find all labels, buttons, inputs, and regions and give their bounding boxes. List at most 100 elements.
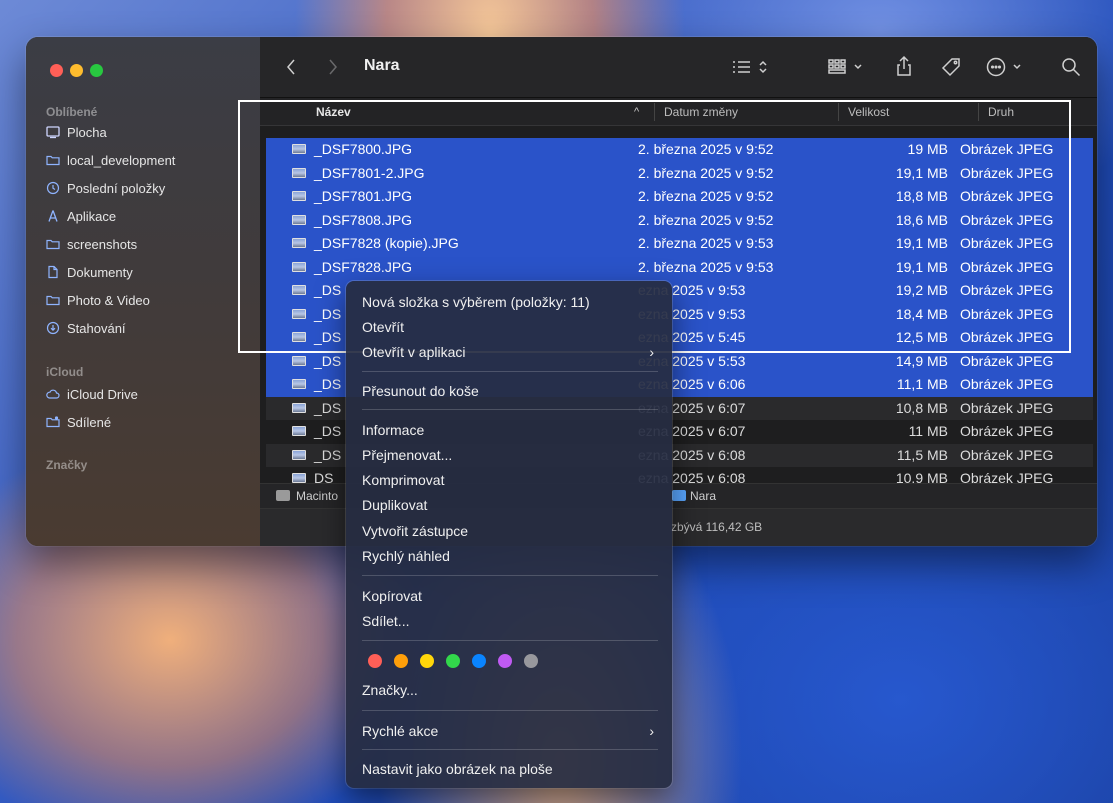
tag-button[interactable]: [940, 56, 962, 78]
file-name: _DSF7800.JPG: [314, 141, 413, 157]
menu-tags[interactable]: Značky...: [362, 679, 662, 701]
view-options-button[interactable]: [732, 58, 774, 76]
sidebar-item-label: Plocha: [67, 124, 107, 140]
tag-color-dot[interactable]: [524, 654, 538, 668]
menu-share[interactable]: Sdílet...: [362, 610, 662, 632]
menu-make-alias[interactable]: Vytvořit zástupce: [362, 520, 662, 542]
sidebar-item-documents[interactable]: Dokumenty: [46, 262, 133, 282]
sort-ascending-icon: ^: [634, 106, 640, 118]
menu-open-with[interactable]: Otevřít v aplikaci ›: [362, 341, 662, 363]
sidebar-item-screenshots[interactable]: screenshots: [46, 234, 137, 254]
sidebar-item-downloads[interactable]: Stahování: [46, 318, 126, 338]
menu-quick-actions[interactable]: Rychlé akce ›: [362, 720, 662, 742]
file-name: _DS: [314, 376, 342, 392]
file-kind: Obrázek JPEG: [960, 211, 1054, 228]
sidebar-item-shared[interactable]: Sdílené: [46, 412, 111, 432]
image-thumbnail-icon: [292, 144, 306, 154]
document-icon: [46, 265, 60, 279]
group-by-button[interactable]: [828, 57, 872, 77]
file-kind: Obrázek JPEG: [960, 164, 1054, 181]
column-divider[interactable]: [654, 103, 655, 121]
file-size: 19 MB: [907, 141, 948, 157]
tag-color-dot[interactable]: [472, 654, 486, 668]
menu-new-folder-with-selection[interactable]: Nová složka s výběrem (položky: 11): [362, 291, 662, 313]
sidebar-item-label: Photo & Video: [67, 292, 150, 308]
tag-color-dot[interactable]: [420, 654, 434, 668]
file-date: 2. března 2025 v 9:53: [638, 258, 774, 275]
file-row[interactable]: _DSF7801.JPG 2. března 2025 v 9:52 18,8 MB…: [266, 185, 1093, 209]
menu-separator: [362, 710, 658, 711]
file-name: _DS: [314, 423, 342, 439]
column-size[interactable]: Velikost: [848, 105, 889, 119]
column-date[interactable]: Datum změny: [664, 105, 738, 119]
file-row[interactable]: _DSF7808.JPG 2. března 2025 v 9:52 18,6 MB…: [266, 208, 1093, 232]
menu-set-desktop-picture[interactable]: Nastavit jako obrázek na ploše: [362, 758, 662, 780]
menu-item-label: Kopírovat: [362, 588, 422, 604]
grid-group-icon: [828, 59, 862, 74]
sidebar-item-label: Aplikace: [67, 208, 117, 224]
column-divider[interactable]: [838, 103, 839, 121]
path-folder[interactable]: Nara: [690, 489, 716, 503]
menu-copy[interactable]: Kopírovat: [362, 585, 662, 607]
free-space-text: zbývá 116,42 GB: [671, 520, 763, 534]
chevron-right-icon: ›: [649, 344, 654, 360]
sidebar-item-icloud-drive[interactable]: iCloud Drive: [46, 384, 138, 404]
tag-color-dot[interactable]: [394, 654, 408, 668]
image-thumbnail-icon: [292, 402, 306, 413]
chevron-right-icon: ›: [649, 723, 654, 739]
menu-item-label: Značky...: [362, 682, 418, 698]
sidebar-item-label: Sdílené: [67, 414, 112, 430]
image-thumbnail-icon: [292, 285, 306, 295]
close-window-button[interactable]: [50, 64, 63, 77]
file-row[interactable]: _DSF7828 (kopie).JPG 2. března 2025 v 9:5…: [266, 232, 1093, 256]
applications-icon: [46, 209, 60, 223]
sidebar-item-recents[interactable]: Poslední položky: [46, 178, 165, 198]
file-name: _DS: [314, 329, 342, 345]
menu-item-label: Duplikovat: [362, 497, 428, 513]
tag-color-dot[interactable]: [498, 654, 512, 668]
file-size: 19,1 MB: [895, 258, 948, 275]
menu-item-label: Přejmenovat...: [362, 447, 453, 463]
ellipsis-circle-icon: [986, 57, 1021, 77]
tag-color-dot[interactable]: [446, 654, 460, 668]
path-disk[interactable]: Macinto: [296, 489, 338, 503]
more-actions-button[interactable]: [986, 56, 1030, 78]
search-button[interactable]: [1060, 56, 1082, 78]
sidebar-item-local-development[interactable]: local_development: [46, 150, 175, 170]
menu-compress[interactable]: Komprimovat: [362, 469, 662, 491]
menu-quick-look[interactable]: Rychlý náhled: [362, 545, 662, 567]
menu-open[interactable]: Otevřít: [362, 316, 662, 338]
column-kind[interactable]: Druh: [988, 105, 1014, 119]
file-size: 19,1 MB: [895, 235, 948, 251]
file-size: 14,9 MB: [895, 352, 948, 369]
back-button[interactable]: [282, 57, 300, 77]
image-thumbnail-icon: [292, 332, 306, 342]
sidebar-item-photo-video[interactable]: Photo & Video: [46, 290, 150, 310]
chevron-right-icon: [329, 59, 337, 75]
forward-button[interactable]: [324, 57, 342, 77]
search-icon: [1062, 58, 1081, 77]
sidebar-item-applications[interactable]: Aplikace: [46, 206, 116, 226]
column-name[interactable]: Název: [316, 105, 351, 119]
menu-duplicate[interactable]: Duplikovat: [362, 494, 662, 516]
menu-get-info[interactable]: Informace: [362, 419, 662, 441]
file-size: 11,5 MB: [896, 446, 948, 463]
menu-rename[interactable]: Přejmenovat...: [362, 444, 662, 466]
file-kind: Obrázek JPEG: [960, 141, 1054, 157]
file-row[interactable]: _DSF7801-2.JPG 2. března 2025 v 9:52 19,1 …: [266, 161, 1093, 185]
toolbar: Nara: [260, 37, 1097, 98]
sidebar-item-label: local_development: [67, 152, 176, 168]
minimize-window-button[interactable]: [70, 64, 83, 77]
column-divider[interactable]: [978, 103, 979, 121]
zoom-window-button[interactable]: [90, 64, 103, 77]
file-row[interactable]: _DSF7828.JPG 2. března 2025 v 9:53 19,1 MB…: [266, 255, 1093, 279]
menu-item-label: Nastavit jako obrázek na ploše: [362, 761, 553, 777]
tag-color-dot[interactable]: [368, 654, 382, 668]
file-name: _DSF7808.JPG: [314, 211, 413, 228]
share-button[interactable]: [894, 54, 914, 78]
menu-move-to-trash[interactable]: Přesunout do koše: [362, 380, 662, 402]
file-size: 11 MB: [908, 423, 948, 439]
file-row[interactable]: _DSF7800.JPG 2. března 2025 v 9:52 19 MB Ob…: [266, 138, 1093, 162]
file-size: 18,6 MB: [895, 211, 948, 228]
sidebar-item-desktop[interactable]: Plocha: [46, 122, 107, 142]
